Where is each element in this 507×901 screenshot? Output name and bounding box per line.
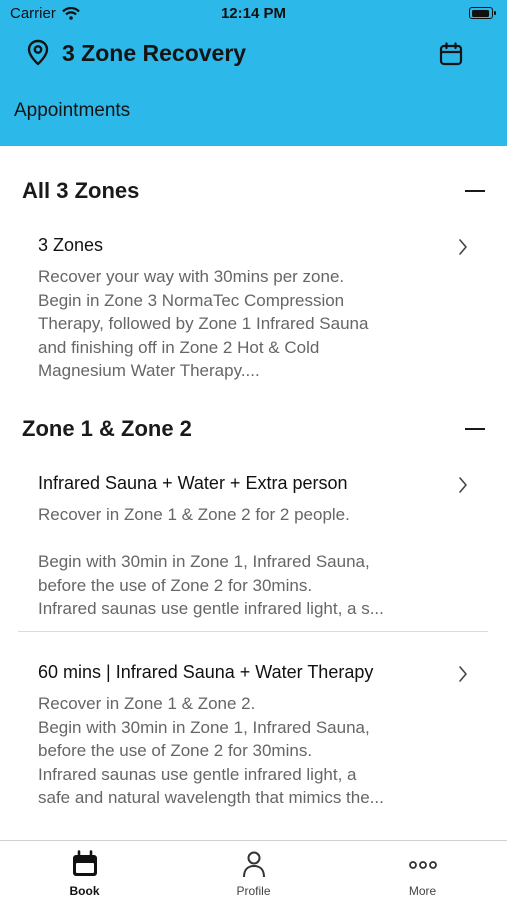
calendar-icon — [73, 850, 97, 876]
status-time: 12:14 PM — [220, 5, 287, 22]
tab-label: Profile — [236, 884, 271, 898]
service-description: Recover in Zone 1 & Zone 2 for 2 people.… — [38, 505, 384, 618]
service-description: Recover your way with 30mins per zone. B… — [38, 267, 369, 380]
section-title: All 3 Zones — [22, 178, 140, 203]
battery-icon — [469, 7, 496, 19]
section-header-zone-1-2[interactable]: Zone 1 & Zone 2 — [0, 410, 507, 450]
list-item[interactable]: 3 Zones Recover your way with 30mins per… — [0, 235, 507, 385]
page-title: 3 Zone Recovery — [62, 40, 247, 66]
section-header-all-zones[interactable]: All 3 Zones — [0, 172, 507, 212]
location-pin-icon[interactable] — [26, 39, 50, 67]
tab-book[interactable]: Book — [0, 841, 169, 901]
list-item[interactable]: Infrared Sauna + Water + Extra person Re… — [0, 473, 507, 623]
chevron-right-icon — [459, 666, 467, 682]
service-name: Infrared Sauna + Water + Extra person — [38, 473, 348, 493]
title-bar: 3 Zone Recovery — [0, 30, 507, 76]
list-item[interactable]: 60 mins | Infrared Sauna + Water Therapy… — [0, 662, 507, 822]
chevron-right-icon — [459, 239, 467, 255]
tab-profile[interactable]: Profile — [169, 841, 338, 901]
service-description: Recover in Zone 1 & Zone 2. Begin with 3… — [38, 694, 384, 807]
chevron-right-icon — [459, 477, 467, 493]
tab-more[interactable]: More — [338, 841, 507, 901]
page-subtitle: Appointments — [14, 100, 131, 121]
more-dots-icon — [409, 861, 437, 869]
collapse-icon[interactable] — [465, 428, 485, 430]
service-name: 60 mins | Infrared Sauna + Water Therapy — [38, 662, 374, 682]
tab-label: Book — [69, 884, 100, 898]
person-icon — [243, 851, 265, 878]
item-divider — [18, 631, 488, 632]
service-name: 3 Zones — [38, 235, 104, 255]
status-bar: Carrier 12:14 PM — [0, 0, 507, 28]
tab-label: More — [408, 884, 437, 898]
calendar-icon[interactable] — [438, 41, 464, 67]
collapse-icon[interactable] — [465, 190, 485, 192]
section-title: Zone 1 & Zone 2 — [22, 416, 192, 441]
app-header: Carrier 12:14 PM 3 Zone Recovery Appoint… — [0, 0, 507, 146]
tab-bar: Book Profile More — [0, 840, 507, 901]
